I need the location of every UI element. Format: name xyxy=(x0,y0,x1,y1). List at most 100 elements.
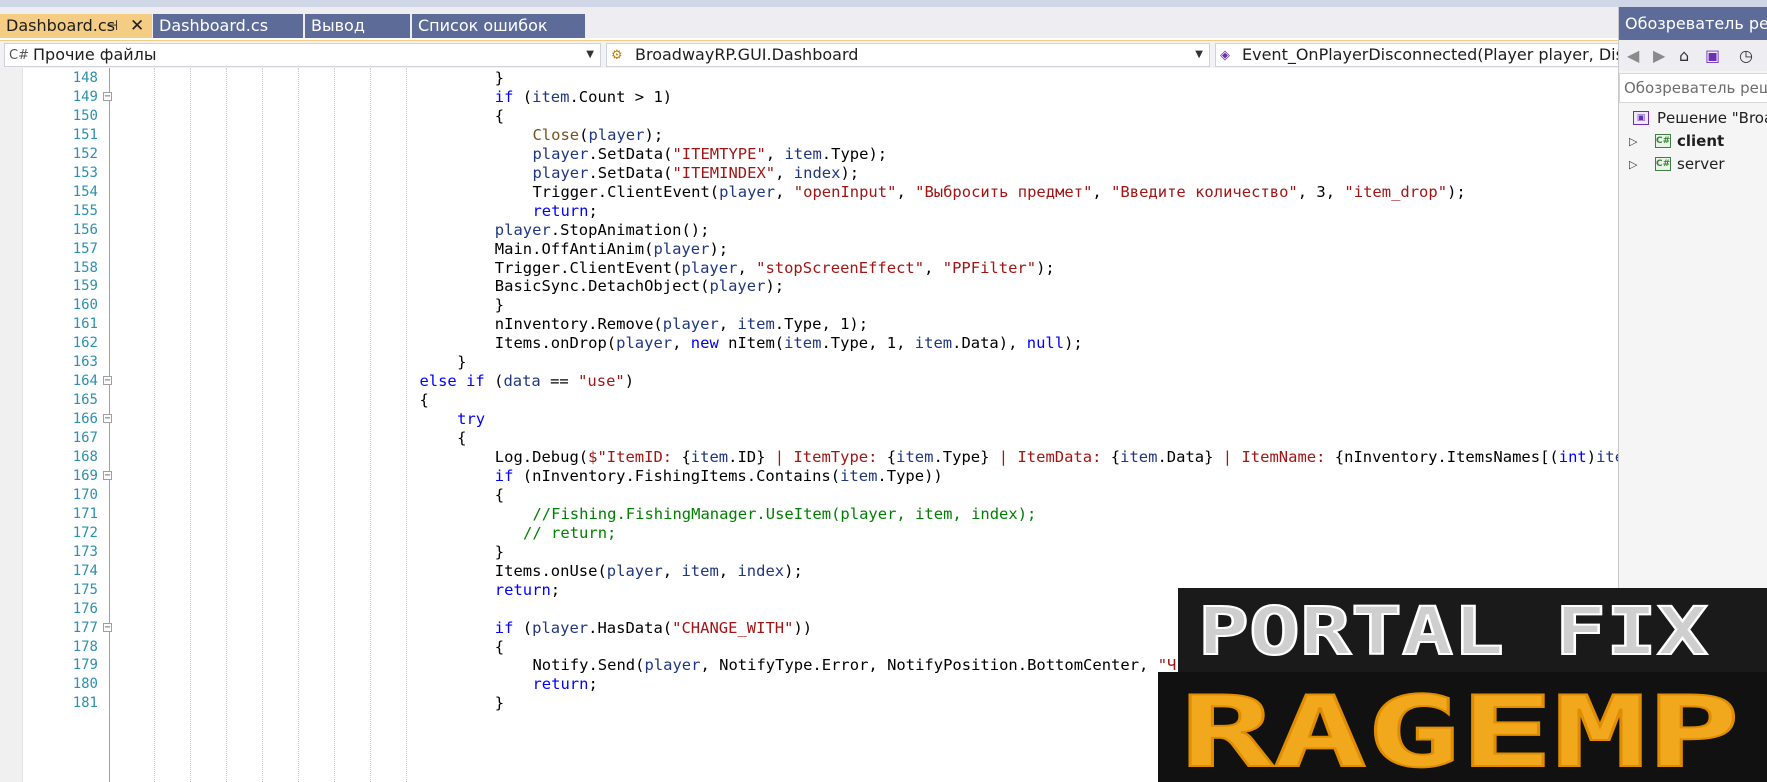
code-line[interactable]: 168 Log.Debug($"ItemID: {item.ID} | ItemT… xyxy=(0,447,1618,468)
code-line[interactable]: 157 Main.OffAntiAnim(player); xyxy=(0,239,1618,260)
code-token: | ItemType: xyxy=(765,448,887,466)
code-line[interactable]: 156 player.StopAnimation(); xyxy=(0,220,1618,241)
forward-icon[interactable]: ▶ xyxy=(1653,46,1665,65)
code-line[interactable]: 149− if (item.Count > 1) xyxy=(0,87,1618,108)
code-text: { xyxy=(457,428,466,449)
code-line[interactable]: 154 Trigger.ClientEvent(player, "openInpu… xyxy=(0,182,1618,203)
project-label: client xyxy=(1677,132,1725,150)
code-line[interactable]: 161 nInventory.Remove(player, item.Type, … xyxy=(0,314,1618,335)
navigation-bar: C# Прочие файлы ▼ ⚙ BroadwayRP.GUI.Dashb… xyxy=(0,40,1618,68)
code-line[interactable]: 150 { xyxy=(0,106,1618,127)
code-line[interactable]: 176 xyxy=(0,599,1618,620)
line-number: 167 xyxy=(72,430,98,447)
collapse-toggle-icon[interactable]: − xyxy=(103,414,112,424)
code-token: player xyxy=(532,144,589,163)
code-line[interactable]: 170 { xyxy=(0,485,1618,506)
code-token: , xyxy=(718,561,738,580)
code-token: item xyxy=(681,561,719,580)
code-line[interactable]: 162 Items.onDrop(player, new nItem(item.T… xyxy=(0,333,1618,354)
switch-views-icon[interactable]: ▣ xyxy=(1705,46,1720,65)
code-token: .Type, 1, xyxy=(821,334,915,353)
tab-output[interactable]: Вывод xyxy=(305,14,410,38)
code-token: , xyxy=(1092,182,1112,201)
code-text: player.SetData("ITEMTYPE", item.Type); xyxy=(532,144,887,165)
code-line[interactable]: 151 Close(player); xyxy=(0,125,1618,146)
code-line[interactable]: 152 player.SetData("ITEMTYPE", item.Type)… xyxy=(0,144,1618,165)
code-token: ); xyxy=(765,277,785,296)
code-line[interactable]: 169− if (nInventory.FishingItems.Contains… xyxy=(0,466,1618,487)
collapse-toggle-icon[interactable]: − xyxy=(103,91,112,101)
code-text: Main.OffAntiAnim(player); xyxy=(495,239,728,260)
home-icon[interactable]: ⌂ xyxy=(1679,46,1689,65)
code-token: "Выбросить предмет" xyxy=(915,182,1093,201)
code-line[interactable]: 160} xyxy=(0,295,1618,316)
code-line[interactable]: 167 { xyxy=(0,428,1618,449)
csharp-project-icon: C# xyxy=(1655,157,1671,171)
solution-tree: ▣ Решение "BroadwayRP" ▷ C# client ▷ C# … xyxy=(1619,107,1767,176)
code-token: if xyxy=(494,618,514,637)
code-token: item xyxy=(914,334,953,353)
history-icon[interactable]: ◷ xyxy=(1739,46,1753,65)
code-token: nItem( xyxy=(718,334,785,353)
project-node-server[interactable]: ▷ C# server xyxy=(1619,153,1767,176)
code-editor[interactable]: 148} 149− if (item.Count > 1) 150{151 Close(… xyxy=(0,68,1618,782)
code-line[interactable]: 158 Trigger.ClientEvent(player, "stopScre… xyxy=(0,258,1618,279)
close-icon[interactable]: ✕ xyxy=(130,14,144,38)
code-line[interactable]: 164− else if (data == "use") xyxy=(0,371,1618,392)
code-token: index xyxy=(737,561,785,580)
class-icon: ⚙ xyxy=(611,48,623,63)
collapse-toggle-icon[interactable]: − xyxy=(103,470,112,480)
back-icon[interactable]: ◀ xyxy=(1627,46,1639,65)
tab-dashboard-cs[interactable]: Dashboard.cs xyxy=(153,14,303,38)
tab-dashboard-cs-active[interactable]: Dashboard.cs ⊣ ✕ xyxy=(0,14,152,38)
code-line[interactable]: 153 player.SetData("ITEMINDEX", index); xyxy=(0,163,1618,184)
collapse-toggle-icon[interactable]: − xyxy=(103,376,112,386)
code-text: //Fishing.FishingManager.UseItem(player,… xyxy=(532,504,1036,525)
collapse-toggle-icon[interactable]: − xyxy=(103,622,112,632)
solution-search-input[interactable]: Обозреватель решений - поиск xyxy=(1619,73,1767,103)
code-token: player xyxy=(644,656,701,675)
code-line[interactable]: 171 //Fishing.FishingManager.UseItem(play… xyxy=(0,504,1618,525)
code-token: player xyxy=(606,561,663,580)
project-dropdown[interactable]: C# Прочие файлы ▼ xyxy=(4,43,601,67)
code-line[interactable]: 155 return; xyxy=(0,201,1618,222)
code-line[interactable]: 172 // return; xyxy=(0,523,1618,544)
code-line[interactable]: 175 return; xyxy=(0,580,1618,601)
expand-arrow-icon[interactable]: ▷ xyxy=(1629,130,1637,153)
member-dropdown[interactable]: ◈ Event_OnPlayerDisconnected(Player play… xyxy=(1215,43,1618,67)
code-line[interactable]: 173} xyxy=(0,542,1618,563)
code-text: Trigger.ClientEvent(player, "stopScreenE… xyxy=(495,258,1055,279)
code-token: item xyxy=(1596,448,1618,466)
code-line[interactable]: 148} xyxy=(0,68,1618,89)
code-line[interactable]: 181} xyxy=(0,693,1618,714)
code-token: { xyxy=(419,391,429,410)
code-token: | ItemName: xyxy=(1213,448,1335,466)
code-token: new xyxy=(690,334,719,353)
line-number: 176 xyxy=(72,600,98,617)
code-line[interactable]: 179 Notify.Send(player, NotifyType.Error,… xyxy=(0,655,1618,676)
code-token: item xyxy=(1120,448,1158,466)
code-text: try xyxy=(457,409,485,430)
code-token: , xyxy=(775,182,794,201)
code-line[interactable]: 163} xyxy=(0,352,1618,373)
code-line[interactable]: 178 { xyxy=(0,637,1618,658)
pin-icon[interactable]: ⊣ xyxy=(106,14,118,38)
code-token: item xyxy=(784,144,822,163)
code-line[interactable]: 180 return; xyxy=(0,674,1618,695)
code-line[interactable]: 174 Items.onUse(player, item, index); xyxy=(0,561,1618,582)
chevron-down-icon: ▼ xyxy=(1195,49,1203,60)
solution-node[interactable]: ▣ Решение "BroadwayRP" xyxy=(1619,107,1767,130)
code-text: Items.onDrop(player, new nItem(item.Type… xyxy=(495,333,1083,354)
code-line[interactable]: 159 BasicSync.DetachObject(player); xyxy=(0,276,1618,297)
line-number: 150 xyxy=(72,107,98,124)
code-token: ( xyxy=(513,618,533,637)
code-line[interactable]: 165 { xyxy=(0,390,1618,411)
class-dropdown[interactable]: ⚙ BroadwayRP.GUI.Dashboard ▼ xyxy=(606,43,1210,67)
code-line[interactable]: 177− if (player.HasData("CHANGE_WITH")) xyxy=(0,618,1618,639)
code-token: "ITEMINDEX" xyxy=(672,163,776,182)
project-node-client[interactable]: ▷ C# client xyxy=(1619,130,1767,153)
code-line[interactable]: 166− try xyxy=(0,409,1618,430)
code-token: , xyxy=(737,258,757,277)
expand-arrow-icon[interactable]: ▷ xyxy=(1629,153,1637,176)
tab-error-list[interactable]: Список ошибок xyxy=(412,14,585,38)
